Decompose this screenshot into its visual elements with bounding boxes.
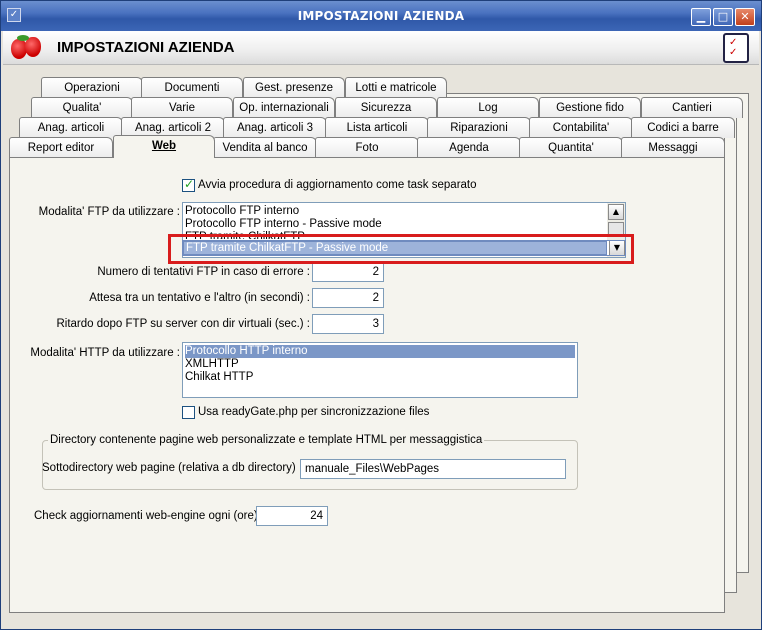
check-updates-field[interactable]: 24 (256, 506, 328, 526)
tab-log[interactable]: Log (437, 97, 539, 118)
ftp-delay-label: Ritardo dopo FTP su server con dir virtu… (56, 318, 310, 330)
readygate-checkbox[interactable] (182, 406, 195, 419)
http-option-2[interactable]: XMLHTTP (185, 358, 239, 371)
directory-group-title: Directory contenente pagine web personal… (48, 434, 485, 446)
task-separato-checkbox[interactable]: ✓ (182, 177, 195, 192)
tab-codici-barre[interactable]: Codici a barre (631, 117, 735, 138)
minimize-button[interactable]: ▁ (691, 8, 711, 26)
tab-documenti[interactable]: Documenti (141, 77, 243, 98)
tab-riparazioni[interactable]: Riparazioni (427, 117, 531, 138)
ftp-option-2[interactable]: Protocollo FTP interno - Passive mode (185, 218, 382, 231)
tab-messaggi[interactable]: Messaggi (621, 137, 725, 158)
task-separato-label: Avvia procedura di aggiornamento come ta… (198, 179, 477, 191)
highlight-box (168, 234, 634, 264)
scroll-up-icon[interactable]: ▲ (608, 204, 624, 220)
window-title: IMPOSTAZIONI AZIENDA (297, 9, 465, 23)
http-mode-label: Modalita' HTTP da utilizzare : (30, 347, 180, 359)
tab-quantita[interactable]: Quantita' (519, 137, 623, 158)
subdir-label: Sottodirectory web pagine (relativa a db… (42, 462, 303, 474)
tab-cantieri[interactable]: Cantieri (641, 97, 743, 118)
ftp-option-1[interactable]: Protocollo FTP interno (185, 205, 299, 218)
settings-window: ✓ IMPOSTAZIONI AZIENDA ▁ □ ✕ IMPOSTAZION… (0, 0, 762, 630)
tab-gest-presenze[interactable]: Gest. presenze (243, 77, 345, 98)
tab-sicurezza[interactable]: Sicurezza (335, 97, 437, 118)
tab-vendita-banco[interactable]: Vendita al banco (213, 137, 317, 158)
check-updates-label: Check aggiornamenti web-engine ogni (ore… (34, 510, 265, 522)
ftp-retries-label: Numero di tentativi FTP in caso di error… (97, 266, 310, 278)
ftp-delay-field[interactable]: 3 (312, 314, 384, 334)
tab-anag-articoli-3[interactable]: Anag. articoli 3 (223, 117, 327, 138)
tab-contabilita[interactable]: Contabilita' (529, 117, 633, 138)
readygate-label: Usa readyGate.php per sincronizzazione f… (198, 406, 430, 418)
tab-foto[interactable]: Foto (315, 137, 419, 158)
tab-gestione-fido[interactable]: Gestione fido (539, 97, 641, 118)
checkmark-icon: ✓ (184, 177, 195, 191)
header-banner: IMPOSTAZIONI AZIENDA ✓ ✓ (3, 31, 759, 65)
tab-report-editor[interactable]: Report editor (9, 137, 113, 158)
tab-lista-articoli[interactable]: Lista articoli (325, 117, 429, 138)
http-option-1[interactable]: Protocollo HTTP interno (185, 345, 575, 358)
http-option-3[interactable]: Chilkat HTTP (185, 371, 253, 384)
ftp-wait-label: Attesa tra un tentativo e l'altro (in se… (89, 292, 310, 304)
tab-qualita[interactable]: Qualita' (31, 97, 133, 118)
ftp-mode-label: Modalita' FTP da utilizzare : (38, 206, 180, 218)
checklist-icon: ✓ ✓ (723, 33, 749, 63)
tab-anag-articoli[interactable]: Anag. articoli (19, 117, 123, 138)
maximize-button[interactable]: □ (713, 8, 733, 26)
tab-op-internazionali[interactable]: Op. internazionali (233, 97, 335, 118)
web-settings-panel: ✓ Avvia procedura di aggiornamento come … (9, 157, 725, 613)
title-bar[interactable]: ✓ IMPOSTAZIONI AZIENDA ▁ □ ✕ (1, 1, 761, 31)
header-title: IMPOSTAZIONI AZIENDA (57, 39, 235, 56)
tab-operazioni[interactable]: Operazioni (41, 77, 143, 98)
ftp-wait-field[interactable]: 2 (312, 288, 384, 308)
tab-lotti-matricole[interactable]: Lotti e matricole (345, 77, 447, 98)
tab-agenda[interactable]: Agenda (417, 137, 521, 158)
tab-web-label: Web (151, 140, 177, 152)
tab-web[interactable]: Web (113, 135, 215, 158)
subdir-field[interactable]: manuale_Files\WebPages (300, 459, 566, 479)
ftp-retries-field[interactable]: 2 (312, 262, 384, 282)
close-button[interactable]: ✕ (735, 8, 755, 26)
http-mode-listbox[interactable]: Protocollo HTTP interno XMLHTTP Chilkat … (182, 342, 578, 398)
tab-varie[interactable]: Varie (131, 97, 233, 118)
